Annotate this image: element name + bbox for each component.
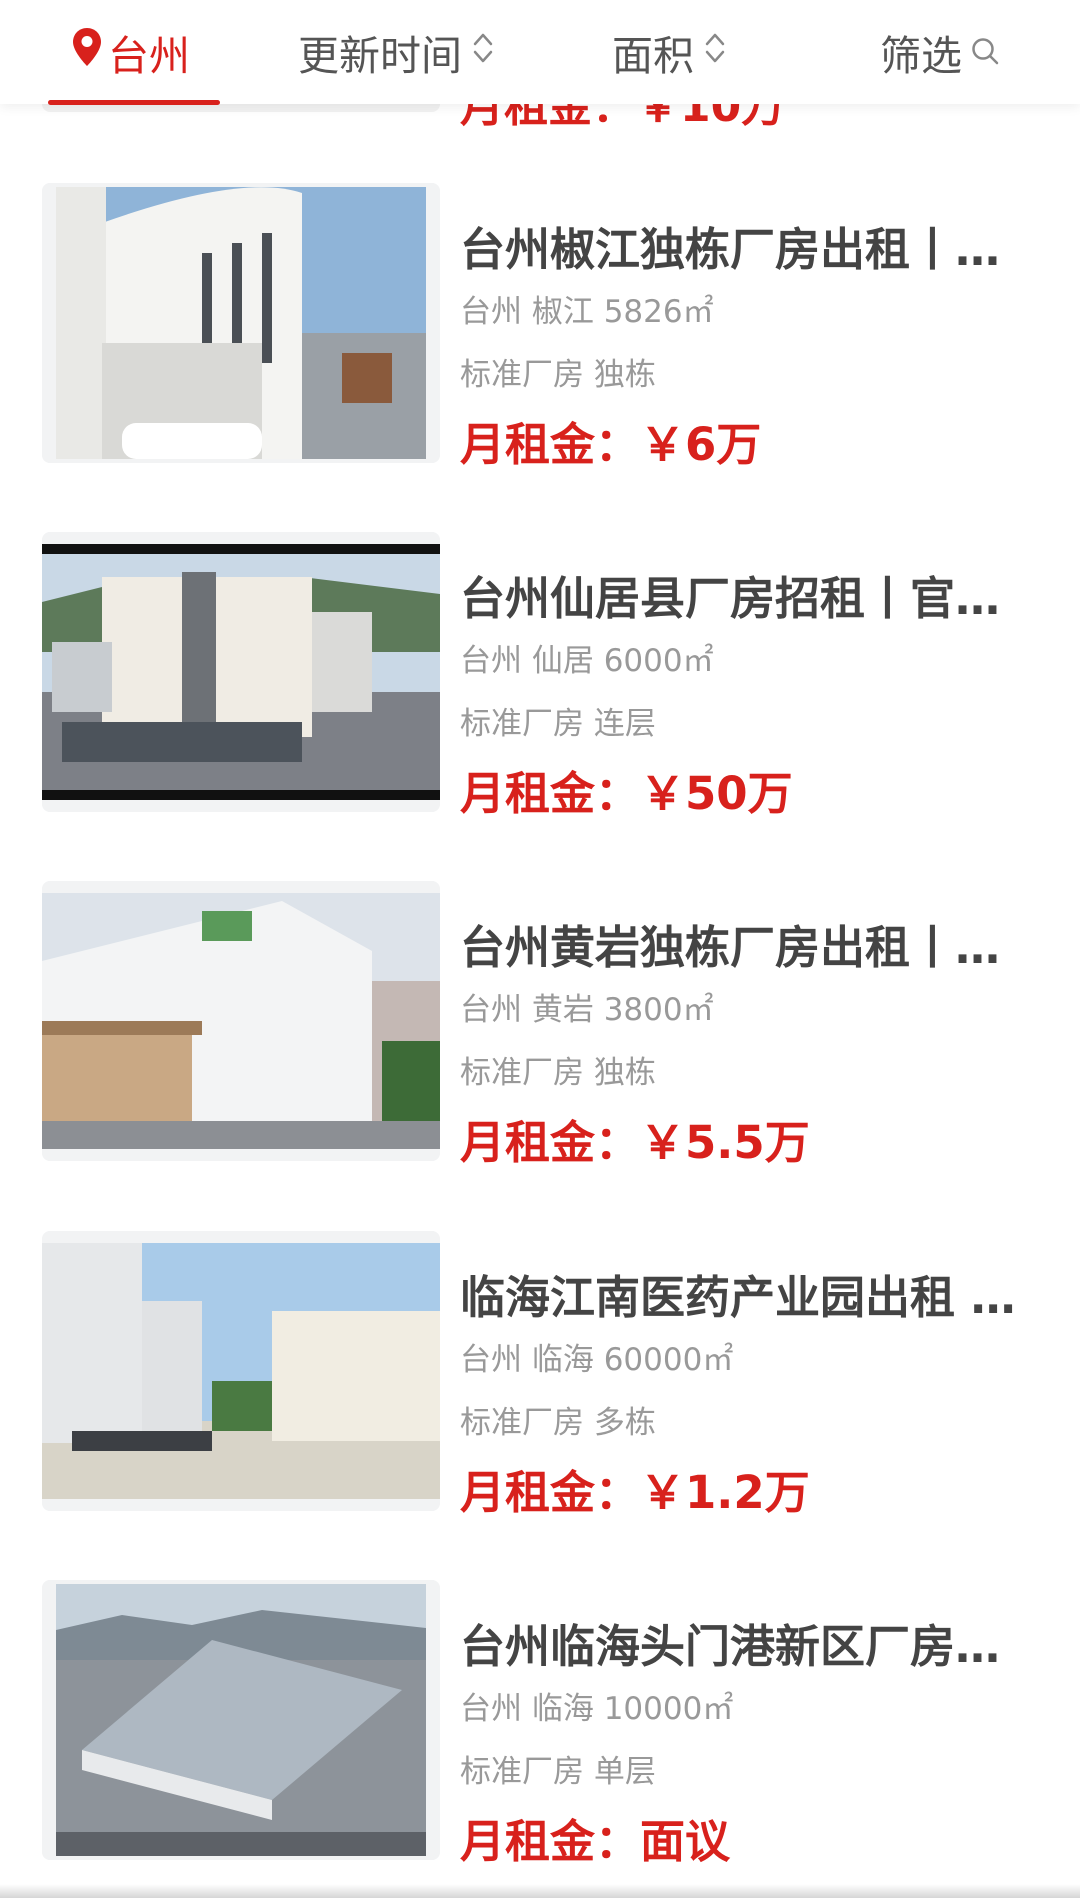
listing-price: 月租金：面议: [460, 1815, 731, 1868]
filter-bar: 台州 更新时间 面积 筛选: [0, 0, 1080, 104]
listing-thumbnail: [42, 1231, 440, 1511]
listing-title: 临海江南医药产业园出租 …: [460, 1271, 1016, 1324]
listing-price: 月租金：￥1.2万: [460, 1466, 810, 1519]
listing-title: 台州黄岩独栋厂房出租丨…: [460, 921, 1001, 974]
listing-location: 台州 仙居 6000㎡: [460, 643, 714, 679]
active-tab-indicator: [48, 100, 220, 105]
filter-button[interactable]: 筛选: [880, 0, 1000, 104]
listing-item[interactable]: 台州椒江独栋厂房出租丨… 台州 椒江 5826㎡ 标准厂房 独栋 月租金：￥6万: [0, 183, 1080, 471]
sort-by-area[interactable]: 面积: [612, 0, 726, 104]
search-icon: [970, 28, 1000, 76]
listing-thumbnail: [42, 1580, 440, 1860]
sort-arrows-icon: [704, 28, 726, 76]
listing-price: 月租金：￥5.5万: [460, 1116, 810, 1169]
listing-tags: 标准厂房 独栋: [460, 357, 656, 393]
listing-location: 台州 临海 10000㎡: [460, 1691, 734, 1727]
listing-price: 月租金：￥50万: [460, 767, 793, 820]
sort-area-label: 面积: [612, 32, 694, 80]
listing-title: 台州椒江独栋厂房出租丨…: [460, 223, 1001, 276]
listing-title: 台州仙居县厂房招租丨官…: [460, 572, 1001, 625]
sort-update-time-label: 更新时间: [298, 32, 462, 80]
listing-thumbnail: [42, 881, 440, 1161]
listing-tags: 标准厂房 独栋: [460, 1055, 656, 1091]
location-pin-icon: [72, 27, 102, 77]
listing-tags: 标准厂房 多栋: [460, 1405, 656, 1441]
city-selector[interactable]: 台州: [72, 0, 190, 104]
listing-tags: 标准厂房 连层: [460, 706, 656, 742]
listing-price: 月租金：￥6万: [460, 418, 762, 471]
listing-location: 台州 椒江 5826㎡: [460, 294, 714, 330]
filter-label: 筛选: [880, 32, 962, 80]
listing-page: 月租金：￥10万 台州 更新时间 面积 筛选 台州椒江独栋厂房出租丨… 台州 椒…: [0, 0, 1080, 1898]
listing-thumbnail: [42, 183, 440, 463]
listing-location: 台州 临海 60000㎡: [460, 1342, 734, 1378]
listing-item[interactable]: 台州临海头门港新区厂房… 台州 临海 10000㎡ 标准厂房 单层 月租金：面议: [0, 1580, 1080, 1868]
listing-tags: 标准厂房 单层: [460, 1754, 656, 1790]
sort-arrows-icon: [472, 28, 494, 76]
listing-thumbnail: [42, 532, 440, 812]
listing-title: 台州临海头门港新区厂房…: [460, 1620, 1001, 1673]
bottom-edge-shadow: [0, 1884, 1080, 1898]
listing-item[interactable]: 台州仙居县厂房招租丨官… 台州 仙居 6000㎡ 标准厂房 连层 月租金：￥50…: [0, 532, 1080, 820]
listing-item[interactable]: 临海江南医药产业园出租 … 台州 临海 60000㎡ 标准厂房 多栋 月租金：￥…: [0, 1231, 1080, 1519]
city-label: 台州: [108, 32, 190, 80]
listing-location: 台州 黄岩 3800㎡: [460, 992, 714, 1028]
listing-item[interactable]: 台州黄岩独栋厂房出租丨… 台州 黄岩 3800㎡ 标准厂房 独栋 月租金：￥5.…: [0, 881, 1080, 1169]
sort-by-update-time[interactable]: 更新时间: [298, 0, 494, 104]
